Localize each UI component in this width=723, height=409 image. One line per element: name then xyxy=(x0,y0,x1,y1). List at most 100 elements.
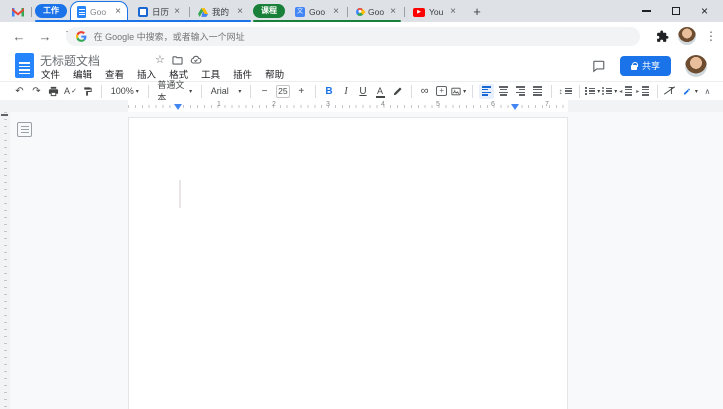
ruler-number: 2 xyxy=(272,101,276,108)
minimize-icon xyxy=(642,10,651,11)
font-select[interactable]: Arial ▾ xyxy=(208,86,245,96)
close-button[interactable]: × xyxy=(690,0,719,22)
spellcheck-icon[interactable]: A✓ xyxy=(63,84,78,99)
google-drive-icon xyxy=(198,8,208,17)
google-docs-logo-icon[interactable] xyxy=(15,53,34,78)
clear-formatting-button[interactable]: T xyxy=(664,84,679,99)
vertical-ruler-marker xyxy=(1,114,8,116)
title-actions: ☆ xyxy=(155,53,202,66)
print-icon[interactable] xyxy=(46,84,61,99)
google-translate-icon: 文 xyxy=(295,7,305,17)
insert-image-icon[interactable]: ▾ xyxy=(451,84,466,99)
tab-title: 日历 xyxy=(152,6,170,18)
tab-maps[interactable]: Goo × xyxy=(350,2,402,22)
redo-icon[interactable]: ↷ xyxy=(29,84,44,99)
decrease-font-size-button[interactable]: − xyxy=(257,84,272,99)
insert-comment-icon[interactable]: + xyxy=(434,84,449,99)
pinned-tab-gmail[interactable] xyxy=(6,2,30,22)
back-button[interactable]: ← xyxy=(6,29,32,44)
menu-tools[interactable]: 工具 xyxy=(199,66,222,82)
collapse-toolbar-button[interactable]: ∧ xyxy=(700,84,715,99)
tab-group-work[interactable]: 工作 xyxy=(35,4,67,18)
menu-addons[interactable]: 插件 xyxy=(231,66,254,82)
tab-close-icon[interactable]: × xyxy=(237,7,243,17)
minimize-button[interactable] xyxy=(632,0,661,22)
left-indent-marker[interactable] xyxy=(174,104,182,110)
new-tab-button[interactable]: + xyxy=(468,3,486,21)
italic-button[interactable]: I xyxy=(339,84,354,99)
menu-view[interactable]: 查看 xyxy=(103,66,126,82)
omnibox-input[interactable] xyxy=(94,32,630,42)
tab-close-icon[interactable]: × xyxy=(333,7,339,17)
menu-edit[interactable]: 编辑 xyxy=(71,66,94,82)
chevron-down-icon: ▾ xyxy=(614,88,617,95)
line-spacing-icon: ↕ xyxy=(559,87,563,96)
justify-button[interactable] xyxy=(530,84,545,99)
document-status-cloud-icon[interactable] xyxy=(190,54,202,65)
line-spacing-button[interactable]: ↕ xyxy=(558,84,573,99)
tab-close-icon[interactable]: × xyxy=(174,7,180,17)
decrease-indent-button[interactable]: ◂ xyxy=(619,84,634,99)
menu-help[interactable]: 帮助 xyxy=(263,66,286,82)
align-left-icon xyxy=(482,86,491,95)
horizontal-ruler[interactable]: 1 2 3 4 5 6 7 xyxy=(0,100,723,112)
close-icon: × xyxy=(701,5,708,17)
right-indent-marker[interactable] xyxy=(511,104,519,110)
browser-menu-icon[interactable]: ⋮ xyxy=(705,29,717,43)
browser-profile-avatar[interactable] xyxy=(678,27,696,45)
menu-file[interactable]: 文件 xyxy=(39,66,62,82)
chevron-down-icon: ▾ xyxy=(238,88,241,95)
align-center-button[interactable] xyxy=(496,84,511,99)
undo-icon[interactable]: ↶ xyxy=(12,84,27,99)
toolbar-separator xyxy=(201,85,202,98)
increase-indent-button[interactable]: ▸ xyxy=(636,84,651,99)
highlight-color-button[interactable] xyxy=(390,84,405,99)
star-icon[interactable]: ☆ xyxy=(155,53,165,66)
justify-icon xyxy=(533,86,542,95)
zoom-value: 100% xyxy=(111,86,134,96)
tab-close-icon[interactable]: × xyxy=(390,7,396,17)
forward-button[interactable]: → xyxy=(32,29,58,44)
tab-separator xyxy=(189,7,190,17)
omnibox[interactable] xyxy=(66,27,640,46)
toolbar-separator xyxy=(472,85,473,98)
chevron-down-icon: ▾ xyxy=(597,88,600,95)
tab-google-docs[interactable]: Goo × xyxy=(70,1,128,22)
bold-button[interactable]: B xyxy=(322,84,337,99)
show-outline-button[interactable] xyxy=(17,122,32,137)
insert-link-icon[interactable]: ∞ xyxy=(417,84,432,99)
document-canvas xyxy=(0,112,723,409)
align-left-button[interactable] xyxy=(479,84,494,99)
chevron-down-icon: ▾ xyxy=(695,88,698,95)
chevron-down-icon: ▾ xyxy=(189,88,192,95)
paint-format-icon[interactable] xyxy=(80,84,95,99)
zoom-select[interactable]: 100% ▾ xyxy=(108,86,142,96)
share-button[interactable]: 共享 xyxy=(620,56,671,76)
bulleted-list-button[interactable]: ▾ xyxy=(602,84,617,99)
increase-font-size-button[interactable]: + xyxy=(294,84,309,99)
tab-close-icon[interactable]: × xyxy=(115,7,121,17)
align-right-button[interactable] xyxy=(513,84,528,99)
document-page[interactable] xyxy=(128,117,568,409)
comments-icon[interactable] xyxy=(591,59,606,73)
tab-close-icon[interactable]: × xyxy=(450,7,456,17)
google-calendar-icon xyxy=(138,7,148,17)
move-folder-icon[interactable] xyxy=(172,55,183,65)
underline-button[interactable]: U xyxy=(356,84,371,99)
ruler-number: 4 xyxy=(381,101,385,108)
tab-youtube[interactable]: ▶ You × xyxy=(407,2,462,22)
vertical-ruler[interactable] xyxy=(0,112,10,409)
tab-group-course[interactable]: 课程 xyxy=(253,4,285,18)
tab-separator xyxy=(31,7,32,17)
tab-translate[interactable]: 文 Goo × xyxy=(289,2,345,22)
editing-mode-button[interactable]: ▾ xyxy=(683,84,698,99)
tab-calendar[interactable]: 日历 × xyxy=(132,2,186,22)
extensions-icon[interactable] xyxy=(656,30,669,43)
maximize-button[interactable] xyxy=(661,0,690,22)
font-size-input[interactable]: 25 xyxy=(276,85,290,98)
numbered-list-button[interactable]: ▾ xyxy=(585,84,600,99)
docs-profile-avatar[interactable] xyxy=(685,55,707,77)
text-color-button[interactable]: A xyxy=(373,84,388,99)
tab-drive[interactable]: 我的 × xyxy=(192,2,249,22)
lock-icon xyxy=(631,65,637,70)
